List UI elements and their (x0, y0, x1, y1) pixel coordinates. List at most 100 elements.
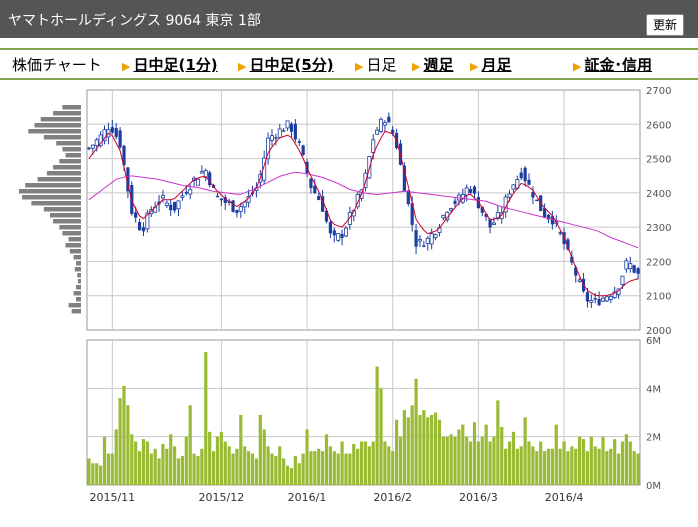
volume-profile-bar (59, 225, 81, 230)
tab-weekly-label[interactable]: 週足 (423, 56, 453, 74)
candle-body (87, 147, 91, 150)
candle-body (523, 167, 527, 182)
volume-bar (562, 441, 566, 485)
volume-bar (266, 446, 270, 485)
volume-bar (402, 410, 406, 485)
volume-bar (258, 414, 262, 485)
volume-bar (523, 417, 527, 485)
volume-bar (410, 405, 414, 485)
volume-bar (250, 453, 255, 485)
volume-bar (180, 456, 185, 485)
candle-body (195, 178, 200, 186)
arrow-right-icon: ▶ (122, 60, 131, 73)
tab-margin-credit-label[interactable]: 証金･信用 (584, 56, 652, 74)
volume-bar (188, 405, 192, 485)
volume-bar (211, 451, 216, 485)
refresh-button[interactable]: 更新 (645, 14, 684, 36)
volume-bar (285, 465, 290, 485)
volume-bar (126, 405, 130, 485)
volume-bar (110, 453, 114, 485)
volume-profile-bar (76, 285, 81, 290)
candle-body (242, 201, 247, 208)
volume-bar (231, 453, 235, 485)
volume-profile-bar (53, 111, 81, 116)
volume-bar (356, 448, 360, 485)
arrow-right-icon: ▶ (573, 60, 582, 73)
volume-bar (173, 446, 177, 485)
volume-profile-bar (71, 309, 81, 314)
volume-bar (566, 451, 570, 485)
x-tick-label: 2015/12 (199, 491, 245, 504)
candle-body (636, 268, 640, 274)
volume-bar (332, 451, 336, 485)
volume-bar (243, 446, 247, 485)
volume-bar (223, 441, 227, 485)
volume-bar (406, 417, 410, 485)
tab-intraday-1min[interactable]: ▶ 日中足(1分) (122, 54, 218, 75)
candle-body (375, 129, 380, 135)
price-tick-label: 2400 (646, 189, 671, 200)
tab-intraday-5min-label[interactable]: 日中足(5分) (249, 56, 333, 74)
candle-body (293, 123, 297, 140)
volume-bar (262, 429, 266, 485)
volume-profile-bar (34, 123, 81, 128)
volume-profile-bar (53, 219, 81, 224)
volume-bar (426, 417, 430, 485)
candle-body (328, 221, 332, 234)
candle-body (628, 263, 633, 269)
candle-body (301, 145, 305, 155)
candle-body (527, 179, 531, 185)
volume-bar (106, 453, 111, 485)
volume-bar (196, 456, 200, 485)
tab-intraday-5min[interactable]: ▶ 日中足(5分) (238, 54, 334, 75)
x-tick-label: 2016/3 (459, 491, 498, 504)
volume-bar (313, 451, 317, 485)
candle-body (118, 130, 122, 148)
volume-bar (289, 468, 294, 485)
volume-bar (145, 441, 149, 485)
candle-body (274, 137, 278, 139)
volume-bar (176, 458, 181, 485)
volume-bar (165, 448, 169, 485)
volume-bar (624, 434, 628, 485)
volume-bar (554, 424, 558, 485)
volume-bar (457, 429, 461, 485)
tab-monthly-label[interactable]: 月足 (481, 56, 511, 74)
volume-bar (254, 458, 259, 485)
volume-bar (430, 414, 434, 485)
volume-profile-bar (62, 147, 81, 152)
candle-body (577, 279, 582, 282)
volume-bar (270, 453, 274, 485)
candle-body (184, 191, 188, 194)
volume-profile-bar (19, 189, 81, 194)
tab-margin-credit[interactable]: ▶ 証金･信用 (573, 54, 652, 75)
tab-monthly[interactable]: ▶ 月足 (470, 54, 511, 75)
volume-bar (134, 441, 138, 485)
volume-profile-bar (76, 261, 81, 266)
candle-body (620, 275, 625, 285)
volume-bar (601, 436, 605, 485)
arrow-right-icon: ▶ (412, 60, 421, 73)
volume-bar (589, 436, 593, 485)
candle-body (219, 198, 223, 201)
volume-bar (422, 410, 426, 485)
candle-body (589, 300, 594, 303)
volume-bar (476, 441, 480, 485)
stock-title: ヤマトホールディングス 9064 東京 1部 (8, 13, 261, 29)
candle-body (180, 195, 185, 198)
volume-bar (247, 451, 251, 485)
tab-weekly[interactable]: ▶ 週足 (412, 54, 453, 75)
volume-tick-label: 6M (646, 336, 661, 347)
volume-bar (367, 446, 371, 485)
volume-bar (500, 427, 504, 485)
candle-body (343, 227, 348, 237)
volume-bar (558, 448, 562, 485)
tab-intraday-1min-label[interactable]: 日中足(1分) (133, 56, 217, 74)
volume-profile-bar (62, 231, 81, 236)
volume-bar (437, 419, 442, 485)
volume-bar (118, 398, 122, 485)
tab-stock-chart-label: 株価チャート (12, 56, 102, 74)
volume-bar (297, 463, 301, 485)
volume-bar (352, 443, 356, 485)
volume-bar (169, 434, 173, 485)
